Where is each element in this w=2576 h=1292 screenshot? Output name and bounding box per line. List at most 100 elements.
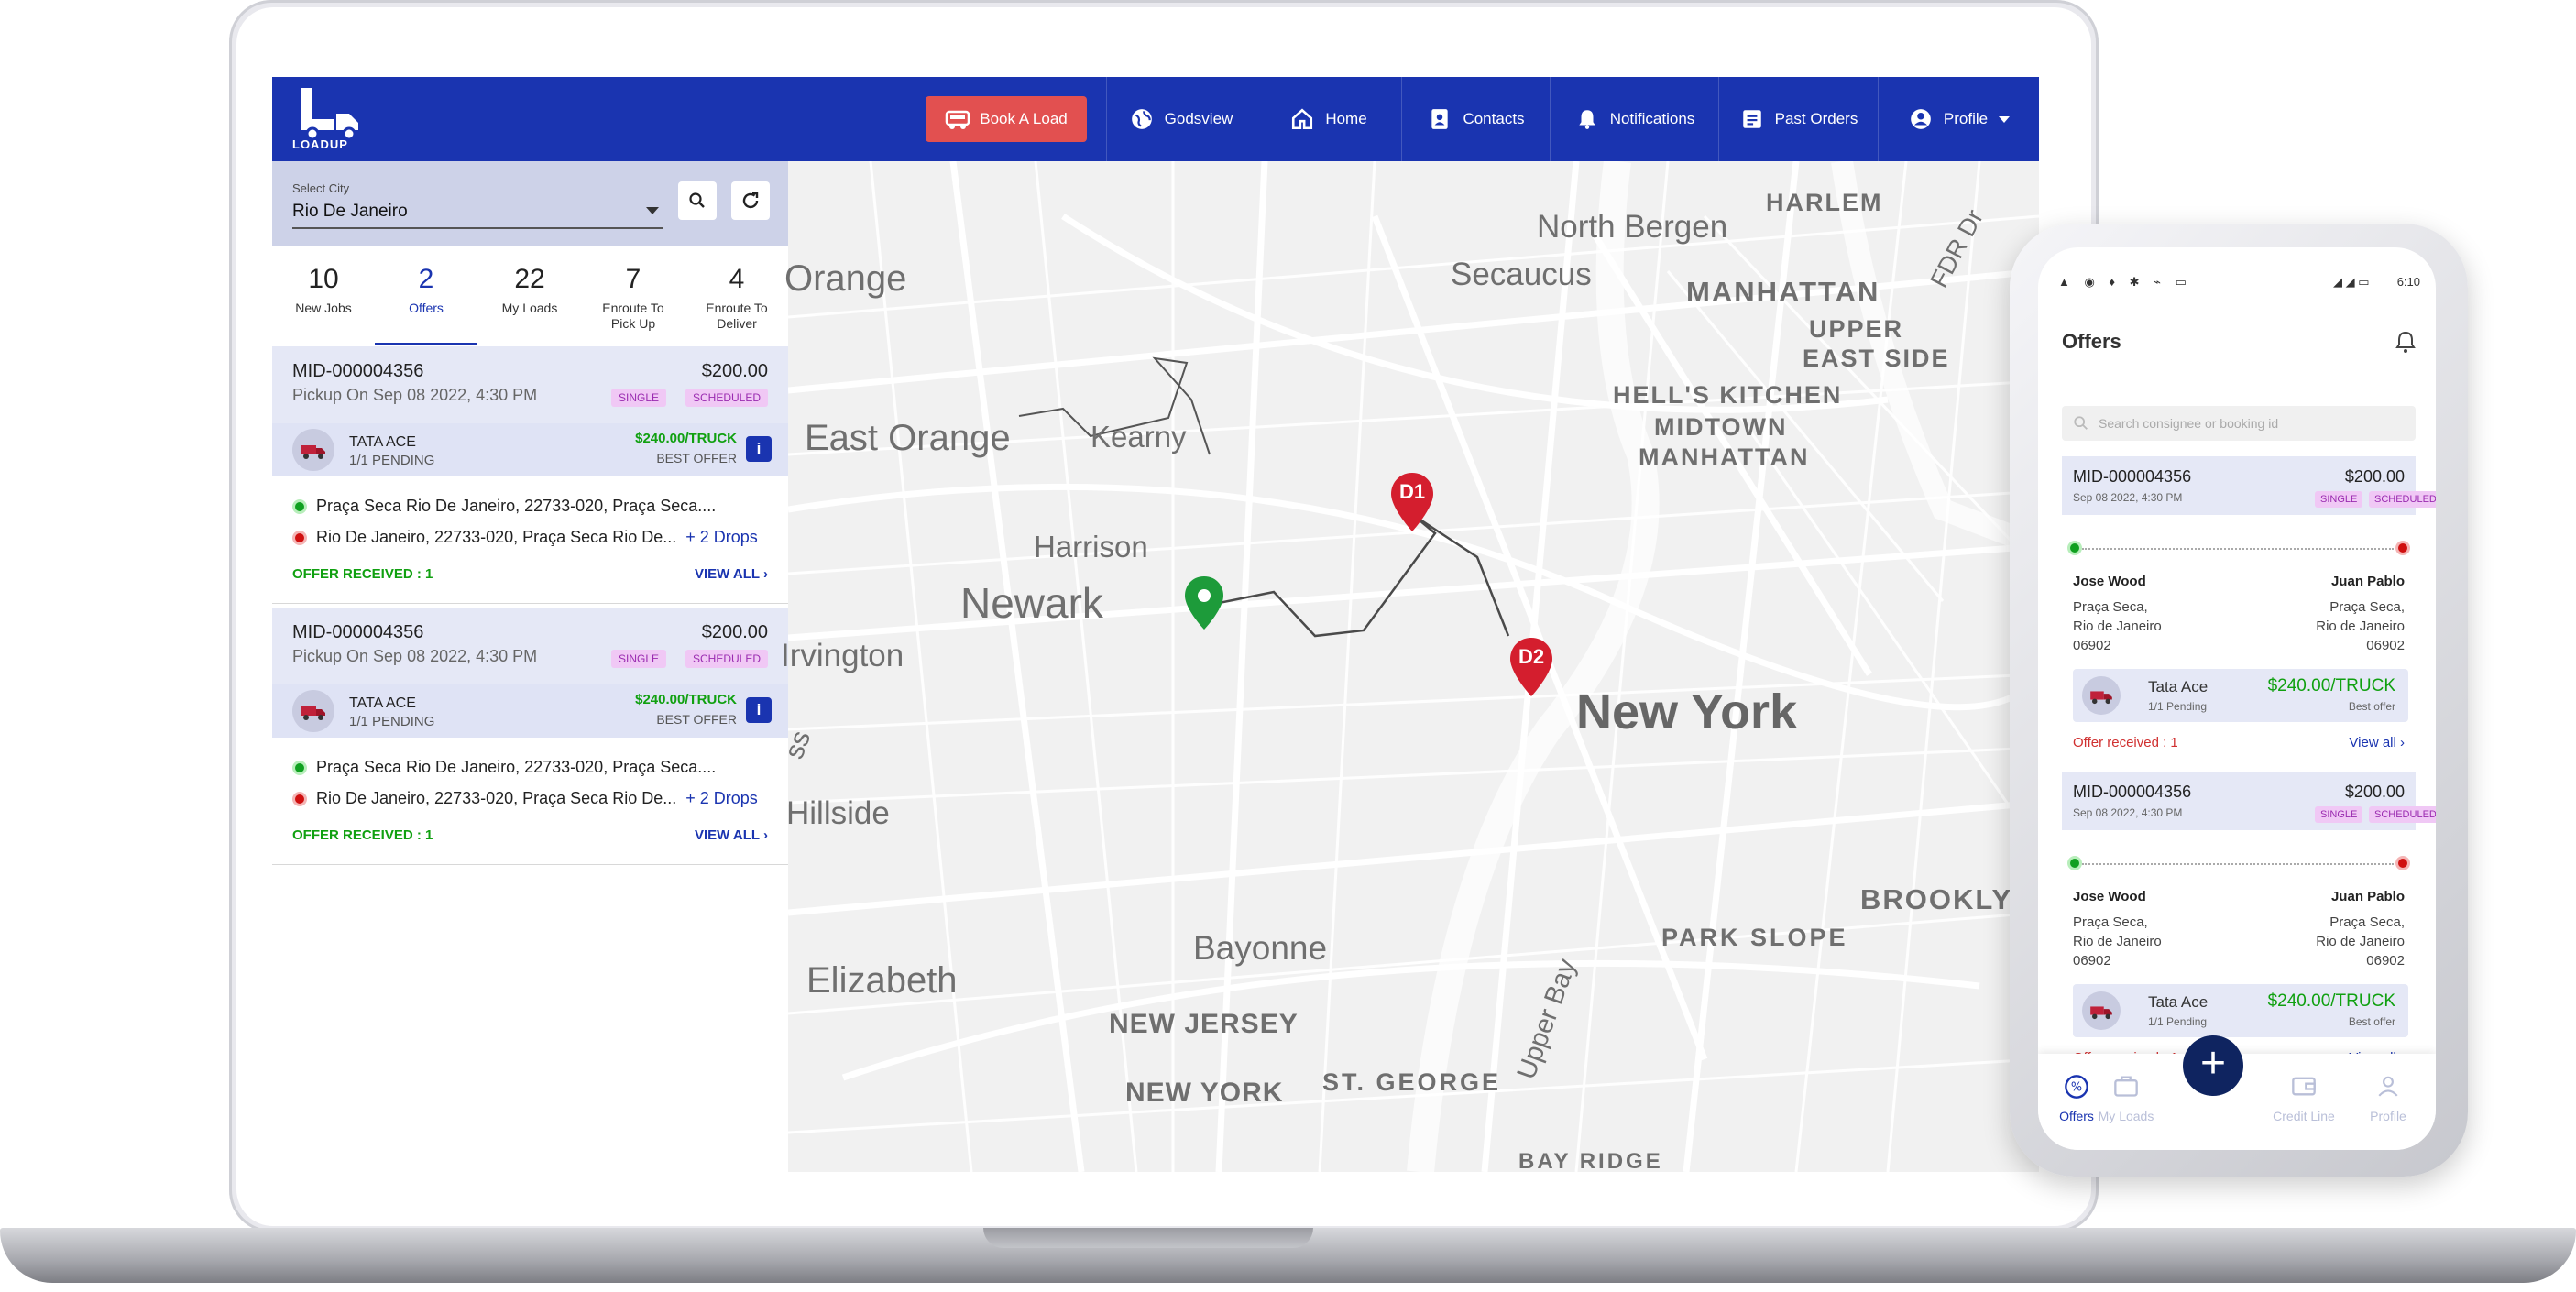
badge-single: SINGLE [2315,806,2363,823]
tab-new-jobs[interactable]: 10 New Jobs [272,246,375,346]
nav-home[interactable]: Home [1255,77,1402,161]
tab-credit-line[interactable]: Credit Line [2267,1109,2340,1123]
info-button[interactable]: i [746,697,772,723]
drop-marker-d1[interactable]: D1 [1389,471,1435,533]
add-button[interactable]: + [2183,1035,2243,1096]
pickup-address: Praça Seca Rio De Janeiro, 22733-020, Pr… [292,497,716,516]
vehicle-pending: 1/1 Pending [2148,700,2208,713]
tab-label: New Jobs [295,301,352,315]
drop-marker-d2[interactable]: D2 [1508,636,1554,698]
order-card[interactable]: MID-000004356 $200.00 Pickup On Sep 08 2… [272,346,788,604]
offer-received-count: Offer received : 1 [2073,735,2178,750]
pickup-time: Sep 08 2022, 4:30 PM [2073,491,2183,504]
route-dotted-line [2082,548,2394,550]
nav-contacts[interactable]: Contacts [1401,77,1551,161]
badge-single: SINGLE [2315,491,2363,508]
pickup-dot-icon [2067,541,2082,555]
tab-my-loads[interactable]: 22 My Loads [478,246,581,346]
drop-address-text: Rio De Janeiro, 22733-020, Praça Seca Ri… [316,789,677,807]
receiver-address: Praça Seca, Rio de Janeiro 06902 [2316,597,2405,655]
address-line: Praça Seca, [2073,599,2148,615]
drop-marker-label: D2 [1518,645,1545,668]
badge-scheduled: SCHEDULED [2369,806,2436,823]
tab-offers[interactable]: 2 Offers [375,246,477,346]
pickup-address-text: Praça Seca Rio De Janeiro, 22733-020, Pr… [316,758,717,776]
truck-avatar [292,690,334,732]
view-all-link[interactable]: VIEW ALL › [695,827,768,843]
user-icon [1911,109,1931,129]
view-all-link[interactable]: VIEW ALL › [695,566,768,582]
view-all-link[interactable]: View all › [2349,735,2405,750]
address-line: 06902 [2366,638,2405,653]
info-icon: i [756,440,762,457]
truck-icon [301,706,325,720]
offer-card[interactable]: MID-000004356 $200.00 Sep 08 2022, 4:30 … [2062,772,2436,1074]
bell-icon [1579,110,1595,129]
offer-received-count: OFFER RECEIVED : 1 [292,566,433,582]
vehicle-name: Tata Ace [2148,993,2209,1011]
top-navigation-bar: LOADUP Book A Load Godsview Home Contact… [272,77,2039,161]
address-line: 06902 [2073,953,2111,969]
address-line: Praça Seca, [2073,914,2148,930]
tab-count: 2 [418,264,434,294]
contacts-icon [1431,109,1449,129]
order-card[interactable]: MID-000004356 $200.00 Pickup On Sep 08 2… [272,608,788,865]
best-offer-label: BEST OFFER [656,712,737,727]
address-line: Praça Seca, [2329,599,2405,615]
vehicle-row: Tata Ace 1/1 Pending $240.00/TRUCK Best … [2073,984,2408,1037]
more-drops-link[interactable]: + 2 Drops [685,789,758,808]
pickup-time: Pickup On Sep 08 2022, 4:30 PM [292,647,538,665]
view-all-label: VIEW ALL [694,566,760,582]
bell-icon[interactable] [2395,330,2417,354]
tab-my-loads[interactable]: My Loads [2089,1109,2163,1123]
truck-avatar [2082,991,2121,1030]
info-button[interactable]: i [746,436,772,462]
search-input[interactable]: Search consignee or booking id [2062,406,2416,441]
badge-scheduled: SCHEDULED [2369,491,2436,508]
nav-profile[interactable]: Profile [1878,77,2039,161]
city-label: Select City [292,181,350,195]
chevron-down-icon[interactable] [646,207,659,214]
drop-dot-icon [2395,541,2410,555]
pickup-dot-icon [2067,856,2082,870]
more-drops-link[interactable]: + 2 Drops [685,528,758,547]
svg-text:%: % [2071,1081,2082,1095]
tab-count: 7 [625,264,641,294]
order-card-header: MID-000004356 $200.00 Pickup On Sep 08 2… [272,608,788,684]
refresh-button[interactable] [731,181,770,220]
tab-profile[interactable]: Profile [2351,1109,2425,1123]
tab-enroute-deliver[interactable]: 4 Enroute To Deliver [685,246,788,346]
nav-notifications[interactable]: Notifications [1550,77,1719,161]
route-map[interactable]: HARLEM North Bergen Secaucus MANHATTAN U… [779,161,2039,1172]
orders-icon [1742,110,1761,128]
pickup-marker-icon[interactable] [1183,575,1225,631]
search-button[interactable] [678,181,717,220]
web-app-screen: LOADUP Book A Load Godsview Home Contact… [272,77,2039,1172]
wallet-icon [2267,1074,2340,1102]
nav-godsview[interactable]: Godsview [1106,77,1255,161]
active-tab-indicator [375,343,477,345]
refresh-icon [742,192,759,209]
vehicle-name: Tata Ace [2148,678,2209,695]
sender-name: Jose Wood [2073,574,2146,589]
tab-enroute-pickup[interactable]: 7 Enroute To Pick Up [582,246,685,346]
drop-dot-icon [292,530,307,545]
tab-label: Offers [409,301,444,315]
truck-icon [301,445,325,459]
city-select[interactable]: Rio De Janeiro [292,202,408,222]
tab-label: Enroute To Deliver [706,301,768,331]
order-id: MID-000004356 [2073,783,2192,801]
book-a-load-button[interactable]: Book A Load [926,96,1087,142]
pickup-dot-icon [292,498,307,514]
nav-profile-label: Profile [1943,110,1989,127]
nav-past-orders-label: Past Orders [1774,110,1858,127]
order-price: $200.00 [701,622,768,642]
chevron-down-icon [1999,115,2011,123]
drop-address-text: Rio De Janeiro, 22733-020, Praça Seca Ri… [316,528,677,546]
route-line [1204,513,1510,638]
nav-past-orders[interactable]: Past Orders [1718,77,1879,161]
truck-icon [2090,1006,2112,1020]
offer-card-header: MID-000004356 $200.00 Sep 08 2022, 4:30 … [2062,456,2436,515]
vehicle-name: TATA ACE [349,695,416,711]
offer-card[interactable]: MID-000004356 $200.00 Sep 08 2022, 4:30 … [2062,456,2436,759]
